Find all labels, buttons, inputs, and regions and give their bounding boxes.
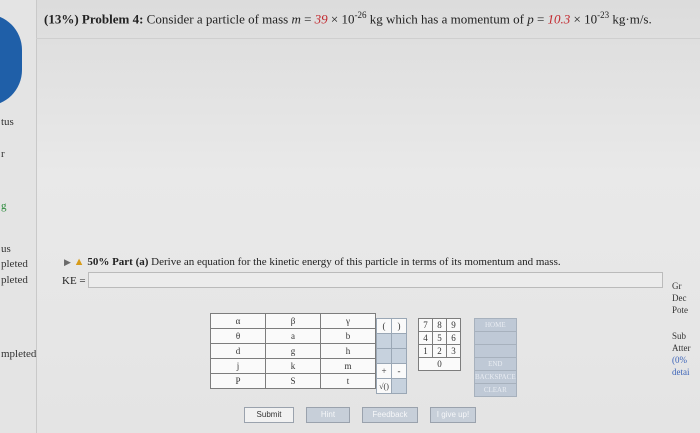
key-open-paren[interactable]: ( (376, 318, 392, 334)
key-close-paren[interactable]: ) (391, 318, 407, 334)
times-sign: × (573, 11, 581, 27)
times-sign: × (330, 11, 339, 27)
momentum-unit: kg·m/s. (612, 11, 652, 27)
hint-button[interactable]: Hint (306, 407, 350, 423)
key-plus[interactable]: + (376, 363, 392, 379)
panel-label: Atter (672, 343, 691, 353)
panel-label: Sub (672, 331, 687, 341)
nav-label: tus (1, 116, 14, 128)
play-icon[interactable]: ▶ (64, 257, 71, 267)
key-s[interactable]: S (265, 373, 321, 389)
key-0[interactable]: 0 (418, 357, 461, 371)
answer-input[interactable] (88, 272, 663, 288)
number-keypad: 7 8 9 4 5 6 1 2 3 0 (418, 318, 461, 371)
nav-label: us (1, 243, 11, 255)
right-panel: Gr Dec Pote Sub Atter (0% detai (672, 280, 700, 378)
panel-link[interactable]: (0% (672, 354, 700, 366)
equals-sign: = (304, 11, 312, 27)
momentum-symbol: p (527, 11, 534, 27)
key-blank[interactable] (391, 333, 407, 349)
logo-icon (0, 14, 22, 106)
key-p[interactable]: P (210, 373, 266, 389)
warning-icon: ▲ (73, 256, 85, 268)
nav-label[interactable]: pleted (1, 274, 28, 286)
key-2[interactable]: 2 (432, 344, 447, 358)
key-t[interactable]: t (320, 373, 376, 389)
part-text: Derive an equation for the kinetic energ… (151, 256, 561, 268)
variable-keypad: α β γ θ a b d g h j k m P S t (210, 313, 376, 389)
key-8[interactable]: 8 (432, 318, 447, 332)
feedback-button[interactable]: Feedback (362, 407, 418, 423)
panel-label: Pote (672, 305, 689, 315)
problem-header: (13%) Problem 4: Consider a particle of … (44, 10, 652, 27)
nav-label[interactable]: pleted (1, 258, 28, 270)
key-3[interactable]: 3 (446, 344, 461, 358)
nav-label[interactable]: mpleted (1, 348, 36, 360)
key-6[interactable]: 6 (446, 331, 461, 345)
power-base: 10 (584, 11, 598, 27)
key-gamma[interactable]: γ (320, 313, 376, 329)
key-sqrt[interactable]: √() (376, 378, 392, 394)
key-blank[interactable] (391, 348, 407, 364)
problem-percent: (13%) (44, 11, 79, 27)
equals-sign: = (536, 11, 545, 27)
key-g[interactable]: g (265, 343, 321, 359)
mass-value: 39 (314, 11, 328, 27)
power-base: 10 (341, 11, 355, 27)
mass-exponent: -26 (354, 10, 367, 20)
operator-keypad: ( ) + - √() (376, 318, 407, 394)
edit-keypad: HOME END BACKSPACE CLEAR (474, 318, 517, 397)
problem-text: kg which has a momentum of (369, 11, 524, 27)
key-j[interactable]: j (210, 358, 266, 374)
key-4[interactable]: 4 (418, 331, 433, 345)
key-blank[interactable] (474, 331, 517, 345)
key-alpha[interactable]: α (210, 313, 266, 329)
left-nav: tus r g us pleted pleted mpleted (0, 0, 37, 433)
key-b[interactable]: b (320, 328, 376, 344)
key-blank[interactable] (376, 348, 392, 364)
nav-label: r (1, 148, 5, 160)
panel-label: Dec (672, 293, 687, 303)
key-k[interactable]: k (265, 358, 321, 374)
divider (36, 38, 700, 39)
key-clear[interactable]: CLEAR (474, 383, 517, 397)
give-up-button[interactable]: I give up! (430, 407, 476, 423)
key-h[interactable]: h (320, 343, 376, 359)
page: tus r g us pleted pleted mpleted (13%) P… (0, 0, 700, 433)
key-blank[interactable] (391, 378, 407, 394)
key-backspace[interactable]: BACKSPACE (474, 370, 517, 384)
key-m[interactable]: m (320, 358, 376, 374)
submit-button[interactable]: Submit (244, 407, 294, 423)
panel-label: Gr (672, 281, 682, 291)
part-percent: 50% (87, 256, 110, 268)
key-7[interactable]: 7 (418, 318, 433, 332)
key-d[interactable]: d (210, 343, 266, 359)
part-a-header: ▶ ▲ 50% Part (a) Derive an equation for … (64, 256, 561, 268)
key-5[interactable]: 5 (432, 331, 447, 345)
key-blank[interactable] (474, 344, 517, 358)
key-beta[interactable]: β (265, 313, 321, 329)
key-9[interactable]: 9 (446, 318, 461, 332)
problem-title: Problem 4: (81, 11, 144, 27)
mass-symbol: m (291, 11, 301, 27)
nav-label: g (1, 200, 7, 212)
part-label: Part (a) (112, 256, 149, 268)
panel-link[interactable]: detai (672, 366, 700, 378)
answer-label: KE = (62, 275, 86, 287)
key-1[interactable]: 1 (418, 344, 433, 358)
key-end[interactable]: END (474, 357, 517, 371)
key-theta[interactable]: θ (210, 328, 266, 344)
momentum-value: 10.3 (547, 11, 571, 27)
key-blank[interactable] (376, 333, 392, 349)
momentum-exponent: -23 (597, 10, 610, 20)
key-minus[interactable]: - (391, 363, 407, 379)
problem-text: Consider a particle of mass (146, 11, 289, 27)
key-home[interactable]: HOME (474, 318, 517, 332)
key-a[interactable]: a (265, 328, 321, 344)
